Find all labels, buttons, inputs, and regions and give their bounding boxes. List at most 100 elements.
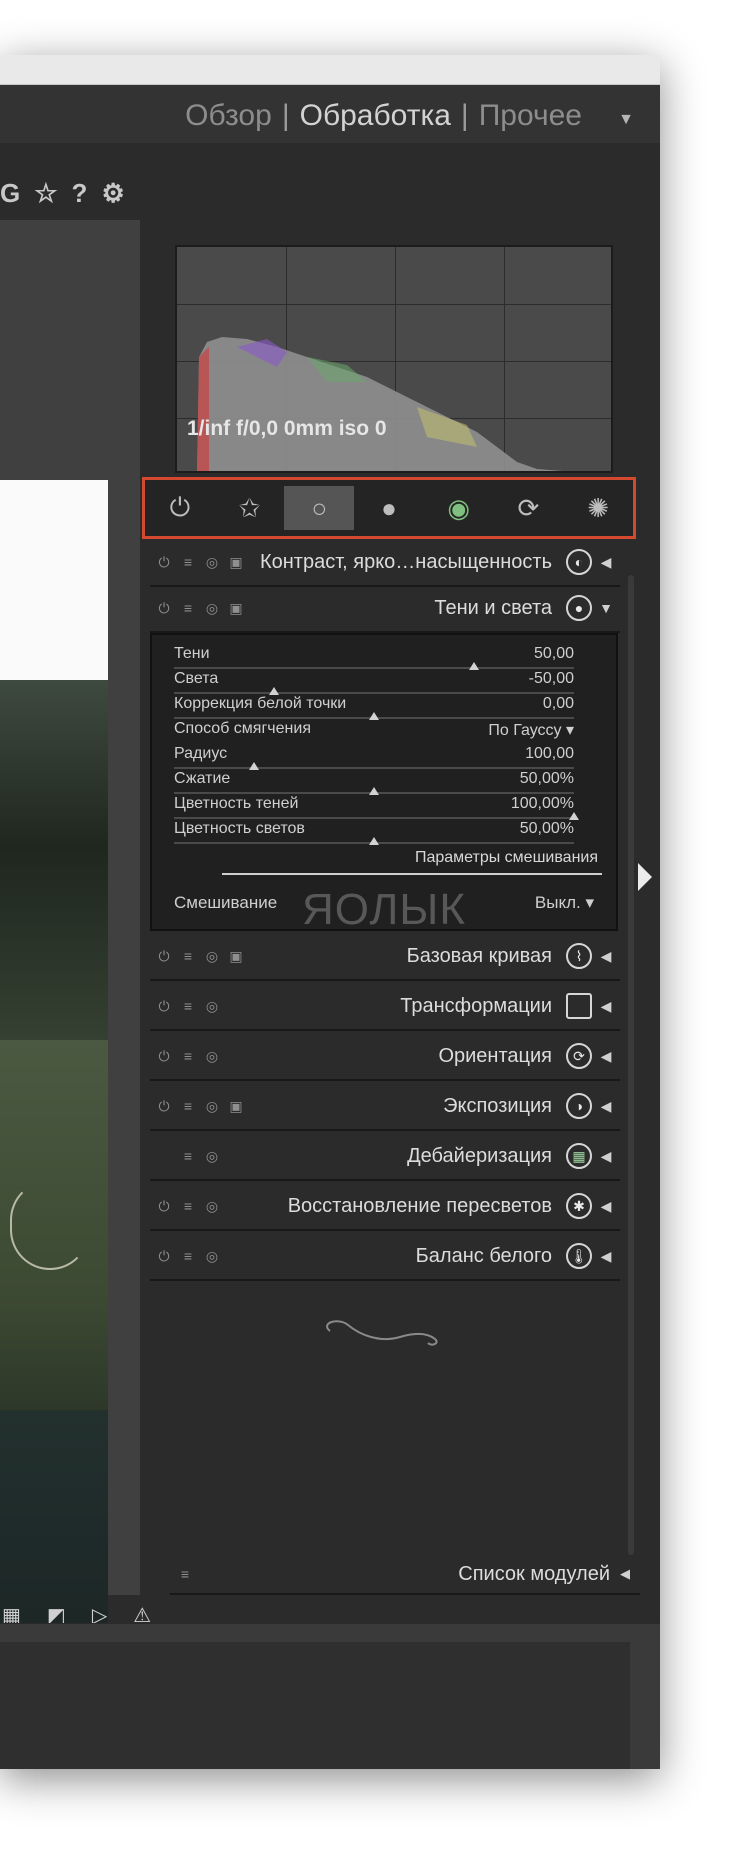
slider-track[interactable] [174, 767, 574, 769]
collapse-arrow-icon[interactable]: ◀ [592, 1098, 620, 1115]
collapse-arrow-icon[interactable]: ◀ [592, 1148, 620, 1165]
module-contrast[interactable]: ⏻ ≡ ◎ ▣ Контраст, ярко…насыщенность ◐ ◀ [150, 539, 620, 587]
reset-icon[interactable]: ◎ [204, 600, 220, 617]
collapse-arrow-icon[interactable]: ◀ [592, 1198, 620, 1215]
module-white-balance[interactable]: ⏻ ≡ ◎ Баланс белого 🌡 ◀ [150, 1233, 620, 1281]
reset-icon[interactable]: ◎ [204, 998, 220, 1015]
power-icon[interactable]: ⏻ [156, 1248, 172, 1265]
param-row[interactable]: Сжатие 50,00% [174, 770, 574, 795]
preset-icon[interactable]: ▣ [228, 1098, 244, 1115]
filmstrip-area[interactable] [0, 1642, 630, 1769]
power-icon[interactable]: ⏻ [156, 948, 172, 965]
blend-value[interactable]: Выкл. ▾ [535, 893, 594, 913]
view-other[interactable]: Прочее [479, 99, 582, 132]
view-lighttable[interactable]: Обзор [185, 99, 272, 132]
image-canvas[interactable] [0, 220, 140, 1710]
effect-icon[interactable]: ✺ [563, 486, 633, 530]
panel-toggle-arrow-icon[interactable] [638, 863, 652, 891]
help-icon[interactable]: ? [72, 178, 88, 209]
menu-icon[interactable]: ≡ [180, 1148, 196, 1165]
reset-icon[interactable]: ◎ [204, 948, 220, 965]
power-icon[interactable]: ⏻ [156, 1048, 172, 1065]
param-row[interactable]: Радиус 100,00 [174, 745, 574, 770]
collapse-arrow-icon[interactable]: ◀ [592, 554, 620, 571]
slider-marker[interactable] [369, 837, 379, 845]
param-row[interactable]: Цветность теней 100,00% [174, 795, 579, 820]
slider-track[interactable] [174, 817, 574, 819]
menu-icon[interactable]: ≡ [170, 1566, 200, 1582]
preset-icon[interactable]: ▣ [228, 554, 244, 571]
circle-icon[interactable]: ○ [284, 486, 355, 530]
param-row[interactable]: Тени 50,00 [174, 645, 574, 670]
power-icon[interactable]: ⏻ [156, 1098, 172, 1115]
slider-marker[interactable] [269, 687, 279, 695]
module-transform[interactable]: ⏻ ≡ ◎ Трансформации ◀ [150, 983, 620, 1031]
reset-icon[interactable]: ◎ [204, 554, 220, 571]
expand-arrow-icon[interactable]: ▼ [592, 600, 620, 616]
slider-marker[interactable] [369, 712, 379, 720]
gear-icon[interactable]: ⚙ [101, 178, 124, 209]
collapse-arrow-icon[interactable]: ◀ [620, 1566, 640, 1582]
param-row[interactable]: Цветность светов 50,00% [174, 820, 574, 845]
param-value[interactable]: 50,00% [520, 820, 574, 838]
module-base-curve[interactable]: ⏻ ≡ ◎ ▣ Базовая кривая ⌇ ◀ [150, 933, 620, 981]
slider-track[interactable] [174, 692, 574, 694]
preset-icon[interactable]: ▣ [228, 948, 244, 965]
collapse-arrow-icon[interactable]: ◀ [592, 998, 620, 1015]
param-value[interactable]: 100,00 [525, 745, 574, 763]
menu-icon[interactable]: ≡ [180, 554, 196, 571]
param-value[interactable]: По Гауссу ▾ [488, 720, 574, 740]
star-icon[interactable]: ☆ [34, 178, 57, 209]
reset-icon[interactable]: ◎ [204, 1048, 220, 1065]
menu-icon[interactable]: ≡ [180, 600, 196, 617]
menu-icon[interactable]: ≡ [180, 948, 196, 965]
slider-track[interactable] [174, 667, 574, 669]
param-value[interactable]: 0,00 [543, 695, 574, 713]
param-value[interactable]: 50,00 [534, 645, 574, 663]
view-darkroom[interactable]: Обработка [300, 99, 451, 132]
param-value[interactable]: -50,00 [529, 670, 574, 688]
grouping-icon[interactable]: G [0, 178, 20, 209]
blend-options-link[interactable]: Параметры смешивания [415, 849, 598, 867]
param-row[interactable]: Способ смягчения По Гауссу ▾ [174, 720, 574, 744]
power-icon[interactable]: ⏻ [156, 998, 172, 1015]
slider-marker[interactable] [369, 787, 379, 795]
module-shadows-highlights[interactable]: ⏻ ≡ ◎ ▣ Тени и света ● ▼ [150, 585, 620, 633]
collapse-arrow-icon[interactable]: ◀ [592, 1248, 620, 1265]
menu-icon[interactable]: ≡ [180, 1198, 196, 1215]
menu-icon[interactable]: ≡ [180, 1098, 196, 1115]
rotate-icon[interactable]: ⟳ [494, 486, 564, 530]
star-icon[interactable]: ✩ [215, 486, 285, 530]
menu-icon[interactable]: ≡ [180, 1248, 196, 1265]
reset-icon[interactable]: ◎ [204, 1198, 220, 1215]
module-demosaic[interactable]: ≡ ◎ Дебайеризация ▦ ◀ [150, 1133, 620, 1181]
right-panel-scrollbar[interactable] [628, 575, 634, 1555]
module-highlight-recovery[interactable]: ⏻ ≡ ◎ Восстановление пересветов ✱ ◀ [150, 1183, 620, 1231]
slider-marker[interactable] [569, 812, 579, 820]
param-row[interactable]: Коррекция белой точки 0,00 [174, 695, 574, 720]
menu-icon[interactable]: ≡ [180, 998, 196, 1015]
power-icon[interactable]: ⏻ [156, 554, 172, 571]
color-icon[interactable]: ◉ [424, 486, 494, 530]
module-orientation[interactable]: ⏻ ≡ ◎ Ориентация ⟳ ◀ [150, 1033, 620, 1081]
sphere-icon[interactable]: ● [354, 486, 424, 530]
menu-icon[interactable]: ≡ [180, 1048, 196, 1065]
histogram[interactable]: 1/inf f/0,0 0mm iso 0 [175, 245, 613, 473]
power-icon[interactable]: ⏻ [156, 600, 172, 617]
param-row[interactable]: Света -50,00 [174, 670, 574, 695]
power-icon[interactable]: ⏻ [156, 1198, 172, 1215]
module-list-row[interactable]: ≡ Список модулей ◀ [170, 1555, 640, 1595]
reset-icon[interactable]: ◎ [204, 1098, 220, 1115]
reset-icon[interactable]: ◎ [204, 1148, 220, 1165]
param-value[interactable]: 50,00% [520, 770, 574, 788]
power-icon[interactable]: ⏻ [145, 486, 215, 530]
collapse-arrow-icon[interactable]: ◀ [592, 1048, 620, 1065]
collapse-arrow-icon[interactable]: ◀ [592, 948, 620, 965]
slider-marker[interactable] [469, 662, 479, 670]
views-dropdown-icon[interactable]: ▼ [618, 111, 634, 129]
reset-icon[interactable]: ◎ [204, 1248, 220, 1265]
preset-icon[interactable]: ▣ [228, 600, 244, 617]
module-exposure[interactable]: ⏻ ≡ ◎ ▣ Экспозиция ◑ ◀ [150, 1083, 620, 1131]
param-value[interactable]: 100,00% [511, 795, 574, 813]
slider-marker[interactable] [249, 762, 259, 770]
